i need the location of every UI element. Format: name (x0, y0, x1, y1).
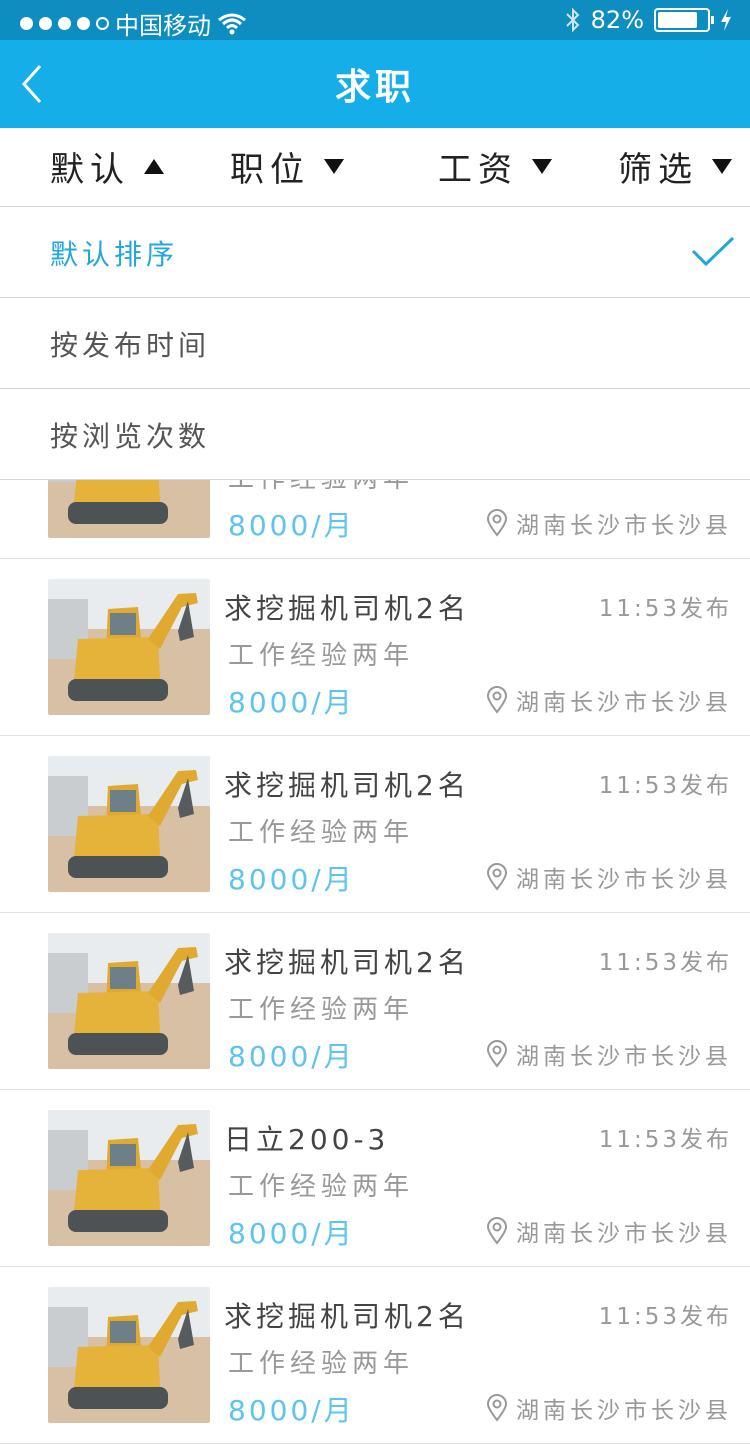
job-thumbnail (48, 933, 210, 1069)
location-pin-icon (486, 1217, 508, 1245)
job-location: 湖南长沙市长沙县 (486, 506, 732, 540)
charging-icon (721, 9, 731, 31)
excavator-photo (48, 1110, 210, 1246)
job-list-item[interactable]: 求挖掘机司机2名 11:53发布工作经验两年 8000/月 湖南长沙市长沙县 (0, 559, 750, 736)
bluetooth-icon (565, 7, 580, 33)
filter-bar: 默认 职位 工资 筛选 (0, 128, 750, 207)
job-title: 求挖掘机司机2名 (224, 946, 470, 979)
job-thumbnail (48, 1287, 210, 1423)
tab-default-sort[interactable]: 默认 (50, 144, 164, 190)
location-pin-icon (486, 863, 508, 891)
signal-carrier: 中国移动 (20, 6, 247, 41)
location-text: 湖南长沙市长沙县 (516, 690, 732, 716)
battery-fill (658, 12, 697, 28)
job-thumbnail (48, 756, 210, 892)
publish-time: 11:53发布 (598, 596, 732, 622)
tab-label: 职位 (230, 149, 310, 190)
signal-dot-icon (20, 17, 33, 30)
sort-option-label: 默认排序 (50, 238, 179, 271)
job-salary: 8000/月 (228, 1217, 355, 1250)
tab-filter[interactable]: 筛选 (618, 144, 732, 190)
signal-dot-empty-icon (96, 17, 109, 30)
status-right: 82% (565, 6, 732, 34)
job-experience: 工作经验两年 (228, 1349, 415, 1379)
location-pin-icon (486, 1394, 508, 1422)
job-list-item[interactable]: 求挖掘机司机2名 11:53发布工作经验两年 8000/月 湖南长沙市长沙县 (0, 913, 750, 1090)
job-title: 求挖掘机司机2名 (224, 769, 470, 802)
publish-time: 11:53发布 (598, 950, 732, 976)
battery-icon (654, 8, 714, 32)
location-pin-icon (486, 1040, 508, 1068)
excavator-photo (48, 933, 210, 1069)
carrier-name: 中国移动 (115, 12, 211, 40)
job-title: 日立200-3 (224, 1123, 390, 1156)
job-salary: 8000/月 (228, 863, 355, 896)
job-title: 求挖掘机司机2名 (224, 592, 470, 625)
location-pin-icon (486, 686, 508, 714)
sort-option-default[interactable]: 默认排序 (0, 207, 750, 298)
signal-dot-icon (77, 17, 90, 30)
publish-time: 11:53发布 (598, 1304, 732, 1330)
job-title: 求挖掘机司机2名 (224, 1300, 470, 1333)
location-text: 湖南长沙市长沙县 (516, 1044, 732, 1070)
tab-label: 默认 (50, 149, 130, 190)
tab-label: 工资 (438, 149, 518, 190)
job-salary: 8000/月 (228, 1040, 355, 1073)
sort-option-label: 按发布时间 (50, 329, 211, 362)
tab-salary[interactable]: 工资 (438, 144, 552, 190)
wifi-icon (218, 13, 246, 34)
job-salary: 8000/月 (228, 1394, 355, 1427)
battery-percent: 82% (590, 6, 644, 34)
signal-dot-icon (39, 17, 52, 30)
job-experience: 工作经验两年 (228, 1172, 415, 1202)
sort-option-publish-time[interactable]: 按发布时间 (0, 298, 750, 389)
location-text: 湖南长沙市长沙县 (516, 513, 732, 539)
excavator-photo (48, 1287, 210, 1423)
publish-time: 11:53发布 (598, 773, 732, 799)
signal-dot-icon (58, 17, 71, 30)
job-experience: 工作经验两年 (228, 818, 415, 848)
battery-cap (711, 16, 714, 24)
job-list-item[interactable]: 求挖掘机司机2名 11:53发布工作经验两年 8000/月 湖南长沙市长沙县 (0, 1267, 750, 1444)
location-text: 湖南长沙市长沙县 (516, 1398, 732, 1424)
job-location: 湖南长沙市长沙县 (486, 683, 732, 717)
nav-bar: 求职 (0, 40, 750, 128)
sort-option-label: 按浏览次数 (50, 420, 211, 453)
location-text: 湖南长沙市长沙县 (516, 1221, 732, 1247)
job-list-item[interactable]: 求挖掘机司机2名 11:53发布工作经验两年 8000/月 湖南长沙市长沙县 (0, 736, 750, 913)
excavator-photo (48, 579, 210, 715)
caret-down-icon (532, 158, 552, 174)
publish-time: 11:53发布 (598, 1127, 732, 1153)
job-thumbnail (48, 1110, 210, 1246)
job-salary: 8000/月 (228, 509, 355, 542)
job-experience: 工作经验两年 (228, 995, 415, 1025)
job-salary: 8000/月 (228, 686, 355, 719)
job-list-item[interactable]: 日立200-3 11:53发布工作经验两年 8000/月 湖南长沙市长沙县 (0, 1090, 750, 1267)
location-text: 湖南长沙市长沙县 (516, 867, 732, 893)
checkmark-icon (691, 236, 735, 267)
excavator-photo (48, 756, 210, 892)
caret-down-icon (324, 158, 344, 174)
caret-down-icon (712, 158, 732, 174)
page-title: 求职 (334, 67, 415, 108)
tab-label: 筛选 (618, 149, 698, 190)
job-location: 湖南长沙市长沙县 (486, 1037, 732, 1071)
sort-dropdown: 默认排序 按发布时间 按浏览次数 (0, 207, 750, 480)
caret-up-icon (144, 158, 164, 174)
sort-option-view-count[interactable]: 按浏览次数 (0, 389, 750, 480)
tab-position[interactable]: 职位 (230, 144, 344, 190)
job-location: 湖南长沙市长沙县 (486, 1391, 732, 1425)
location-pin-icon (486, 509, 508, 537)
job-location: 湖南长沙市长沙县 (486, 1214, 732, 1248)
job-thumbnail (48, 579, 210, 715)
status-bar: 中国移动 82% (0, 0, 750, 40)
job-location: 湖南长沙市长沙县 (486, 860, 732, 894)
job-experience: 工作经验两年 (228, 641, 415, 671)
